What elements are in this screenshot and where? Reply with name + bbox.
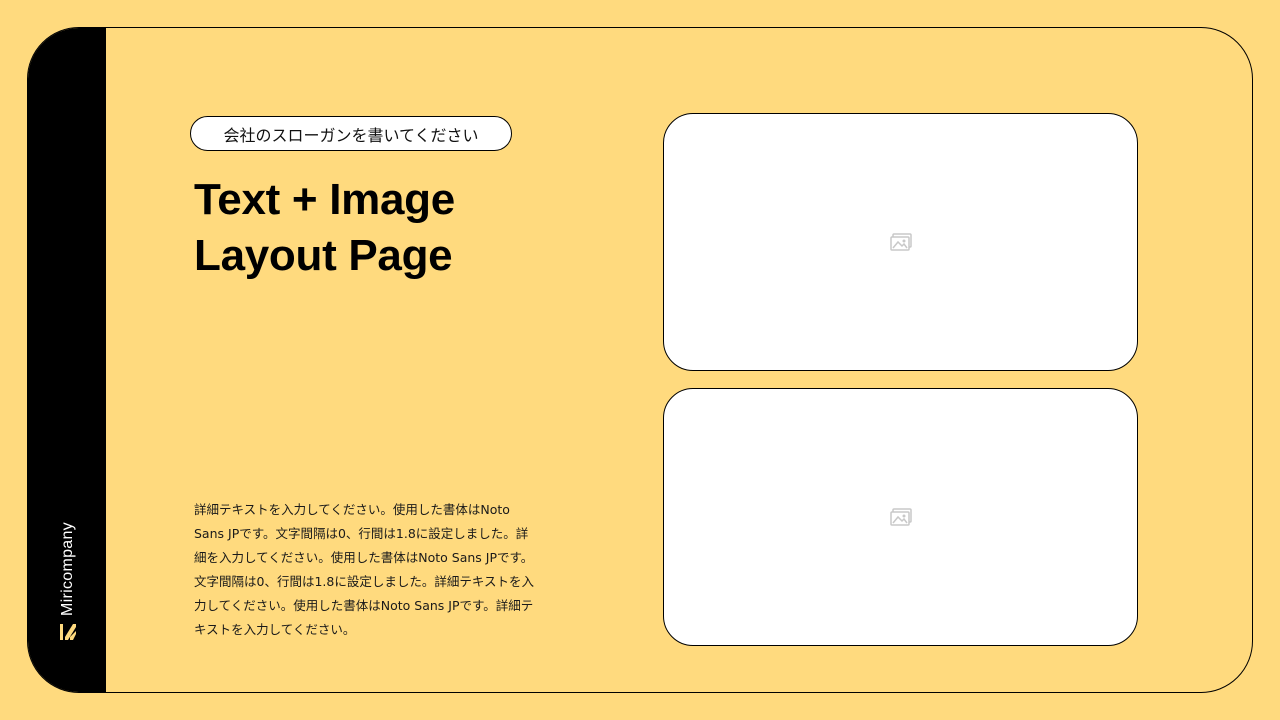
body-text: 詳細テキストを入力してください。使用した書体はNoto Sans JPです。文字… xyxy=(194,502,534,637)
brand-logo-icon xyxy=(60,624,76,640)
slide: Miricompany 会社のスローガンを書いてください Text + Imag… xyxy=(0,0,1280,720)
image-placeholder-icon xyxy=(889,233,912,251)
image-placeholder-icon xyxy=(889,508,912,526)
sidebar: Miricompany xyxy=(28,28,106,692)
brand: Miricompany xyxy=(58,516,78,646)
title-line-1: Text + Image xyxy=(194,175,455,224)
slide-card: Miricompany 会社のスローガンを書いてください Text + Imag… xyxy=(27,27,1253,693)
image-placeholder-top[interactable] xyxy=(663,113,1138,371)
image-placeholder-bottom[interactable] xyxy=(663,388,1138,646)
brand-name: Miricompany xyxy=(59,522,76,616)
page-title: Text + Image Layout Page xyxy=(194,172,455,284)
slogan-pill: 会社のスローガンを書いてください xyxy=(190,116,512,151)
title-line-2: Layout Page xyxy=(194,231,453,280)
